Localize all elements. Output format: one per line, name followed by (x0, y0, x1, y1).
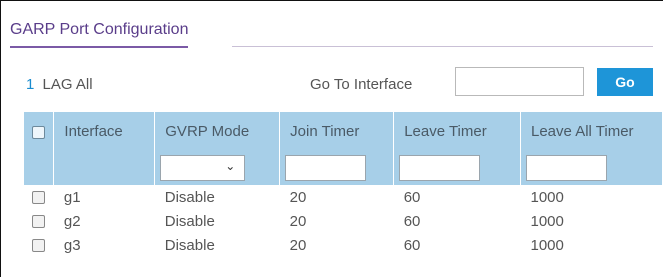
goto-interface-label: Go To Interface (310, 76, 413, 93)
go-button[interactable]: Go (597, 68, 653, 96)
row-select-cell (24, 209, 54, 233)
col-gvrp-mode[interactable]: GVRP Mode (154, 112, 281, 151)
cell-gvrp-mode: Disable (164, 236, 215, 254)
all-link[interactable]: All (76, 76, 93, 93)
table-row[interactable]: g1 Disable 20 60 1000 (24, 185, 663, 209)
select-all-checkbox[interactable] (32, 125, 46, 139)
filter-leave-cell (393, 151, 521, 185)
cell-leave-all-timer: 1000 (530, 188, 564, 206)
cell-leave-all-timer: 1000 (530, 212, 564, 230)
row-select-cell (24, 185, 54, 209)
filter-gvrp-cell: ⌄ (154, 151, 281, 185)
filter-interface-cell (53, 151, 156, 185)
row-checkbox[interactable] (32, 191, 46, 205)
cell-leave-timer: 60 (403, 212, 421, 230)
leave-timer-input[interactable] (399, 155, 481, 181)
row-checkbox[interactable] (32, 215, 46, 229)
cell-leave-timer: 60 (403, 236, 421, 254)
col-leave-timer[interactable]: Leave Timer (393, 112, 521, 151)
cell-leave-timer: 60 (403, 188, 421, 206)
col-interface[interactable]: Interface (53, 112, 156, 151)
filter-empty-cell (24, 151, 55, 185)
cell-interface: g2 (63, 212, 81, 230)
select-all-cell (24, 112, 55, 151)
cell-gvrp-mode: Disable (164, 212, 215, 230)
row-select-cell (24, 233, 54, 257)
cell-join-timer: 20 (289, 212, 307, 230)
lag-link[interactable]: LAG (43, 76, 73, 93)
leave-all-timer-input[interactable] (525, 155, 607, 181)
port-filter-links: 1 LAG All (26, 76, 93, 93)
cell-gvrp-mode: Disable (164, 188, 215, 206)
table-filter-row: ⌄ (24, 151, 663, 185)
filter-leave-all-cell (520, 151, 663, 185)
panel-title: GARP Port Configuration (10, 21, 189, 48)
gvrp-mode-select[interactable]: ⌄ (160, 155, 246, 181)
cell-join-timer: 20 (289, 236, 307, 254)
cell-join-timer: 20 (289, 188, 307, 206)
cell-interface: g3 (63, 236, 81, 254)
table-row[interactable]: g3 Disable 20 60 1000 (24, 233, 663, 257)
join-timer-input[interactable] (285, 155, 367, 181)
row-checkbox[interactable] (32, 239, 46, 253)
panel-divider (232, 46, 653, 47)
table-header-row: Interface GVRP Mode Join Timer Leave Tim… (24, 112, 663, 151)
cell-leave-all-timer: 1000 (530, 236, 564, 254)
page-link-1[interactable]: 1 (26, 76, 34, 93)
chevron-down-icon: ⌄ (225, 159, 236, 173)
garp-port-table: Interface GVRP Mode Join Timer Leave Tim… (24, 112, 663, 257)
filter-join-cell (279, 151, 395, 185)
cell-interface: g1 (63, 188, 81, 206)
col-leave-all-timer[interactable]: Leave All Timer (520, 112, 663, 151)
goto-interface-input[interactable] (455, 67, 584, 96)
col-join-timer[interactable]: Join Timer (279, 112, 395, 151)
table-row[interactable]: g2 Disable 20 60 1000 (24, 209, 663, 233)
